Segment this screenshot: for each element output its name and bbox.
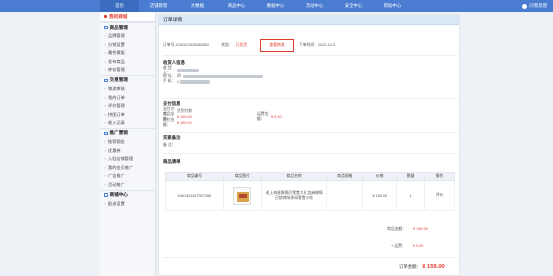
nav-item[interactable]: 首页 [100, 0, 139, 12]
goods-section: 商品清单 [163, 159, 453, 167]
payment-section: 支付信息 支付方式： 货到付款 商品金额： ¥ 159.00 运费金额： ¥ 0… [163, 101, 453, 127]
redacted-value [182, 74, 263, 78]
sidebar-item[interactable]: 配送设置 [100, 200, 155, 209]
summary-total: 订单金额： ¥ 159.00 [399, 264, 445, 270]
sidebar-item[interactable]: 属性模版 [100, 49, 155, 58]
remark-row: 备 注： [163, 143, 176, 148]
column-header: 商品图片 [222, 172, 262, 181]
nav-item[interactable]: 商品中心 [217, 0, 256, 12]
panel-title: 订单详情 [159, 15, 459, 25]
column-header: 商品规格 [326, 172, 364, 181]
nav-item[interactable]: 活动中心 [295, 0, 334, 12]
order-status-label: 状态： [221, 43, 233, 47]
column-header: 操作 [424, 172, 455, 181]
divider [163, 132, 457, 133]
user-icon [522, 3, 528, 9]
sidebar-item[interactable]: 广告推广 [100, 172, 155, 181]
column-header: 价格 [362, 172, 398, 181]
column-header: 商品编号 [165, 172, 224, 181]
table-row: 6461461167957286 老上海香酥锅巴零食大礼包麻辣锅巴烧烤味休闲零食… [165, 180, 455, 211]
column-header: 商品名称 [260, 172, 328, 181]
remark-title: 买家备注 [163, 135, 181, 140]
order-status-value: 已发货 [235, 43, 248, 47]
divider [163, 98, 457, 99]
column-header: 数量 [396, 172, 426, 181]
sidebar-group-title[interactable]: 商品管理 [100, 22, 155, 32]
summary-goods-amount: 商品金额： ¥ 159.00 [387, 227, 428, 231]
sidebar: 我的商城 商品管理品牌管理分销设置属性模版发布商品库存管理交易管理物流审核我的订… [100, 12, 156, 276]
user-label: 问卷反馈 [529, 3, 547, 8]
shop-icon [104, 15, 107, 18]
sidebar-item[interactable]: 发布商品 [100, 58, 155, 67]
summary-shipping: + 运费： ¥ 0.00 [391, 244, 424, 248]
goods-price: ¥ 159.00 [362, 180, 398, 211]
view-logistics-button[interactable]: 查看物流 [260, 39, 294, 52]
review-link[interactable]: 评价 [424, 180, 455, 211]
sidebar-item[interactable]: 我的金贝推广 [100, 164, 155, 173]
divider [163, 257, 457, 258]
divider [163, 153, 457, 154]
goods-spec [326, 180, 364, 211]
order-info: 订单号:4782221526382552 状态： 已发货 [163, 43, 247, 48]
nav-menu: 首页 店铺管理 大数据 商品中心 数据中心 活动中心 安全中心 帮助中心 [100, 0, 412, 12]
nav-item[interactable]: 帮助中心 [373, 0, 412, 12]
remark-section: 买家备注 备 注： [163, 135, 453, 149]
sidebar-item[interactable]: 库存管理 [100, 66, 155, 75]
goods-id: 6461461167957286 [165, 180, 224, 211]
order-number: 订单号:4782221526382552 [163, 43, 210, 47]
order-time: 下单时间：2022-12-3 [299, 43, 336, 47]
sidebar-group-label: 推广营销 [109, 130, 128, 136]
order-detail-panel: 订单详情 订单号:4782221526382552 状态： 已发货 查看物流 下… [158, 14, 460, 276]
goods-image-cell [222, 180, 262, 211]
goods-table-header: 商品编号 商品图片 商品名称 商品规格 价格 数量 操作 [165, 172, 455, 181]
goods-table: 商品编号 商品图片 商品名称 商品规格 价格 数量 操作 6461461167957286 … [165, 172, 455, 211]
receiver-phone-row: 手 机： 1 [163, 79, 453, 85]
redacted-value [180, 80, 211, 84]
sidebar-group-label: 交易管理 [109, 77, 128, 83]
sidebar-item[interactable]: 活动推广 [100, 181, 155, 190]
sidebar-item[interactable]: 品牌管理 [100, 32, 155, 41]
goods-title: 商品清单 [163, 159, 181, 164]
nav-item[interactable]: 大数据 [178, 0, 217, 12]
group-icon [104, 25, 108, 30]
nav-item[interactable]: 店铺管理 [139, 0, 178, 12]
sidebar-group-title[interactable]: 推广营销 [100, 127, 155, 138]
sidebar-groups: 商品管理品牌管理分销设置属性模版发布商品库存管理交易管理物流审核我的订单评价管理… [100, 22, 155, 208]
sidebar-item[interactable]: 收入记录 [100, 119, 155, 128]
redacted-value [177, 69, 199, 73]
nav-item[interactable]: 数据中心 [256, 0, 295, 12]
sidebar-group-label: 商品管理 [109, 24, 128, 30]
divider [163, 55, 457, 56]
top-navigation: 首页 店铺管理 大数据 商品中心 数据中心 活动中心 安全中心 帮助中心 问卷反馈 [0, 0, 553, 12]
sidebar-shop-header[interactable]: 我的商城 [100, 12, 155, 22]
payable-amount-row: 应付金额： ¥ 159.00 [163, 117, 192, 127]
sidebar-item[interactable]: 拼团订单 [100, 111, 155, 120]
sidebar-group-title[interactable]: 交易管理 [100, 74, 155, 85]
nav-item[interactable]: 安全中心 [334, 0, 373, 12]
goods-image[interactable] [233, 186, 252, 205]
sidebar-item[interactable]: 入驻店铺管理 [100, 155, 155, 164]
sidebar-group-label: 商铺中心 [109, 192, 128, 197]
receiver-section: 收货人信息 收 货 人： 地 址： 四 手 机： 1 [163, 60, 453, 85]
shop-title: 我的商城 [109, 13, 128, 19]
sidebar-item[interactable]: 物流审核 [100, 85, 155, 94]
goods-name-link[interactable]: 老上海香酥锅巴零食大礼包麻辣锅巴烧烤味休闲零食小吃 [260, 180, 328, 211]
sidebar-item[interactable]: 推荐佣金 [100, 138, 155, 147]
sidebar-group-title[interactable]: 商铺中心 [100, 189, 155, 200]
user-menu[interactable]: 问卷反馈 [522, 0, 547, 12]
group-icon [104, 131, 108, 136]
receiver-title: 收货人信息 [163, 60, 185, 65]
sidebar-item[interactable]: 优惠券 [100, 147, 155, 156]
payment-title: 支付信息 [163, 101, 181, 106]
goods-qty: 1 [396, 180, 426, 211]
sidebar-item[interactable]: 评价管理 [100, 102, 155, 111]
sidebar-item[interactable]: 分销设置 [100, 41, 155, 50]
group-icon [104, 78, 108, 83]
group-icon [104, 193, 108, 197]
sidebar-item[interactable]: 我的订单 [100, 94, 155, 103]
